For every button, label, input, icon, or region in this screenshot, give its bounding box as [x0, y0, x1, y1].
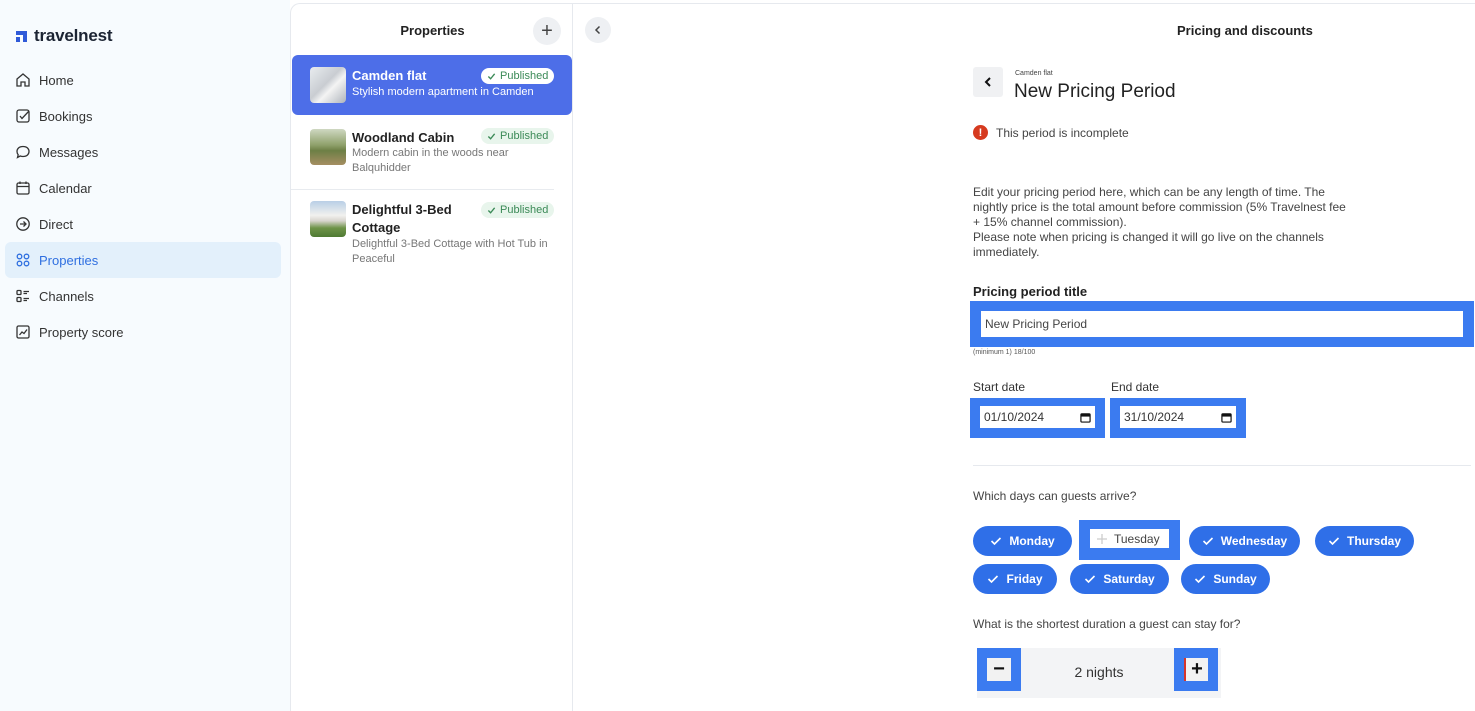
check-icon [991, 537, 1002, 546]
check-icon [487, 72, 496, 80]
logo-icon [16, 29, 30, 43]
check-icon [487, 132, 496, 140]
increment-button[interactable]: + [1184, 658, 1208, 681]
property-thumbnail [310, 67, 346, 103]
alert-icon: ! [973, 125, 988, 140]
day-toggle-tuesday[interactable]: Tuesday [1090, 529, 1169, 548]
chat-bubble-icon [16, 145, 30, 159]
character-counter: (minimum 1) 18/100 [973, 349, 1036, 356]
day-toggle-friday[interactable]: Friday [973, 564, 1057, 594]
nav-label: Property score [39, 324, 124, 340]
nav-item-home[interactable]: Home [5, 62, 281, 98]
nav-label: Direct [39, 216, 73, 232]
back-button[interactable] [973, 67, 1003, 97]
increment-highlight: + [1174, 648, 1218, 691]
status-badge: Published [481, 202, 555, 218]
properties-title: Properties [400, 23, 465, 38]
nav-item-messages[interactable]: Messages [5, 134, 281, 170]
intro-text: Edit your pricing period here, which can… [973, 185, 1346, 259]
check-icon [1328, 537, 1340, 546]
min-stay-stepper: − 2 nights + [977, 648, 1221, 698]
start-date-highlight: 01/10/2024 [970, 398, 1105, 438]
nav-label: Properties [39, 252, 99, 268]
status-badge: Published [481, 128, 555, 144]
check-icon [487, 206, 496, 214]
day-toggle-highlight: Tuesday [1079, 520, 1180, 560]
chevron-left-icon [594, 25, 601, 35]
plus-icon: + [541, 19, 553, 42]
title-field-highlight [970, 301, 1474, 347]
property-thumbnail [310, 201, 346, 237]
property-name: Woodland Cabin [352, 130, 455, 145]
sidebar: travelnest Home Bookings Messages Calend… [0, 0, 290, 711]
nav-label: Channels [39, 288, 94, 304]
collapse-panel-button[interactable] [585, 17, 611, 43]
property-description: Modern cabin in the woods near Balquhidd… [352, 147, 509, 174]
arrow-circle-icon [16, 217, 30, 231]
list-divider [291, 189, 554, 190]
check-icon [1195, 575, 1206, 584]
nav-label: Bookings [39, 108, 93, 124]
nav-label: Calendar [39, 180, 92, 196]
day-toggle-sunday[interactable]: Sunday [1181, 564, 1270, 594]
day-toggle-wednesday[interactable]: Wednesday [1189, 526, 1300, 556]
property-name: Delightful 3-Bed Cottage [352, 202, 452, 235]
check-icon [1202, 537, 1213, 546]
property-card-woodland[interactable]: Woodland Cabin Modern cabin in the woods… [291, 119, 573, 189]
property-description: Delightful 3-Bed Cottage with Hot Tub in… [352, 238, 548, 265]
day-toggle-thursday[interactable]: Thursday [1315, 526, 1414, 556]
page-title: Pricing and discounts [1177, 23, 1313, 38]
section-divider [973, 465, 1471, 466]
main-panel: Pricing and discounts Camden flat New Pr… [573, 3, 1475, 711]
nav-item-property-score[interactable]: Property score [5, 314, 281, 350]
brand-name: travelnest [34, 26, 113, 45]
brand-logo[interactable]: travelnest [16, 26, 113, 46]
nav-label: Messages [39, 144, 99, 160]
pricing-title-input[interactable] [981, 311, 1463, 337]
calendar-icon[interactable] [1221, 412, 1232, 423]
chevron-left-icon [984, 77, 991, 87]
property-name: Camden flat [352, 68, 427, 83]
min-stay-question: What is the shortest duration a guest ca… [973, 617, 1241, 631]
period-heading: New Pricing Period [1014, 81, 1176, 102]
day-toggle-monday[interactable]: Monday [973, 526, 1072, 556]
checkbox-icon [16, 109, 30, 123]
plus-icon: + [1191, 658, 1203, 680]
nav-item-properties[interactable]: Properties [5, 242, 281, 278]
add-property-button[interactable]: + [533, 17, 561, 45]
status-badge: Published [481, 68, 555, 84]
breadcrumb[interactable]: Camden flat [1015, 70, 1053, 77]
properties-panel: Properties + Camden flat Stylish modern … [290, 3, 573, 711]
calendar-icon[interactable] [1080, 412, 1091, 423]
nav-label: Home [39, 72, 74, 88]
warning-text: This period is incomplete [996, 125, 1129, 140]
arrival-question: Which days can guests arrive? [973, 489, 1137, 503]
check-icon [1085, 575, 1096, 584]
nav-list: Home Bookings Messages Calendar Direct P… [5, 62, 281, 350]
end-date-highlight: 31/10/2024 [1110, 398, 1246, 438]
start-date-input[interactable]: 01/10/2024 [980, 406, 1095, 428]
property-thumbnail [310, 129, 346, 165]
nav-item-calendar[interactable]: Calendar [5, 170, 281, 206]
day-toggle-saturday[interactable]: Saturday [1070, 564, 1169, 594]
nav-item-direct[interactable]: Direct [5, 206, 281, 242]
plus-icon [1097, 533, 1107, 544]
home-icon [16, 73, 30, 87]
end-date-label: End date [1111, 380, 1160, 394]
chart-icon [16, 325, 30, 339]
grid-icon [16, 253, 30, 267]
start-date-label: Start date [973, 380, 1026, 394]
nav-item-bookings[interactable]: Bookings [5, 98, 281, 134]
property-card-cottage[interactable]: Delightful 3-Bed Cottage Delightful 3-Be… [291, 193, 573, 273]
list-icon [16, 289, 29, 303]
calendar-icon [16, 181, 30, 195]
incomplete-warning: ! This period is incomplete [973, 125, 1129, 140]
end-date-input[interactable]: 31/10/2024 [1120, 406, 1236, 428]
property-description: Stylish modern apartment in Camden [352, 86, 534, 98]
property-card-camden[interactable]: Camden flat Stylish modern apartment in … [292, 55, 572, 115]
check-icon [988, 575, 999, 584]
nav-item-channels[interactable]: Channels [5, 278, 281, 314]
title-field-label: Pricing period title [973, 284, 1088, 299]
